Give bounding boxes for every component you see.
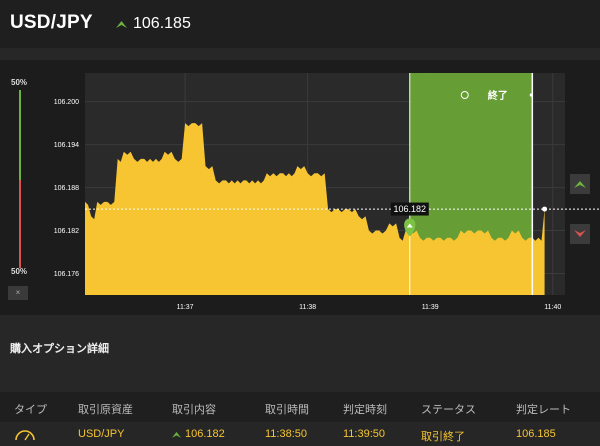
header-bar: USD/JPY 106.185 <box>0 0 600 48</box>
pair-title: USD/JPY <box>10 12 93 33</box>
section-title: 購入オプション詳細 <box>10 343 109 355</box>
expiry-label-text: 終了 <box>488 89 508 102</box>
low-button[interactable] <box>570 224 590 244</box>
col-header-content: 取引内容 <box>172 404 216 416</box>
x-tick-label: 11:37 <box>177 304 194 311</box>
col-header-judge-time: 判定時刻 <box>343 404 387 416</box>
table-row[interactable]: USD/JPY 106.182 11:38:50 11:39:50 取引終了 1… <box>0 422 600 446</box>
col-header-asset: 取引原資産 <box>78 404 133 416</box>
y-tick-label: 106.182 <box>54 228 79 235</box>
y-tick-label: 106.194 <box>54 142 79 149</box>
price-chart[interactable]: 106.200 106.194 106.188 106.182 106.176 11:37… <box>0 60 600 315</box>
row-judge-time: 11:39:50 <box>343 428 386 440</box>
y-tick-label: 106.188 <box>54 185 79 192</box>
row-asset: USD/JPY <box>78 428 125 440</box>
entry-label-text: 106.182 <box>393 204 426 214</box>
y-tick-label: 106.200 <box>54 99 79 106</box>
row-rate: 106.185 <box>516 428 556 440</box>
table-header: タイプ 取引原資産 取引内容 取引時間 判定時刻 ステータス 判定レート <box>0 392 600 422</box>
header-rate-value: 106.185 <box>133 15 191 32</box>
chart-panel: 50% 50% × 106.200 106.194 106.188 106.182 10… <box>0 60 600 315</box>
chevron-down-icon <box>574 230 586 237</box>
col-header-rate: 判定レート <box>516 404 571 416</box>
header-rate-display: 106.185 <box>116 15 191 33</box>
row-trade-time: 11:38:50 <box>265 428 308 440</box>
x-tick-label: 11:40 <box>544 304 561 311</box>
col-header-trade-time: 取引時間 <box>265 404 309 416</box>
x-tick-label: 11:38 <box>299 304 316 311</box>
row-content: 106.182 <box>172 428 225 440</box>
clock-gauge-icon <box>14 425 36 444</box>
entry-label: 106.182 <box>390 202 429 216</box>
x-tick-label: 11:39 <box>422 304 439 311</box>
current-rate-dot <box>542 206 548 212</box>
chevron-up-icon <box>574 181 586 188</box>
up-arrow-icon <box>116 21 127 28</box>
col-header-status: ステータス <box>421 404 476 416</box>
high-button[interactable] <box>570 174 590 194</box>
row-content-value: 106.182 <box>185 428 225 440</box>
col-header-type: タイプ <box>14 404 47 416</box>
up-arrow-icon <box>172 431 181 438</box>
y-tick-label: 106.176 <box>54 271 79 278</box>
row-status: 取引終了 <box>421 431 465 443</box>
